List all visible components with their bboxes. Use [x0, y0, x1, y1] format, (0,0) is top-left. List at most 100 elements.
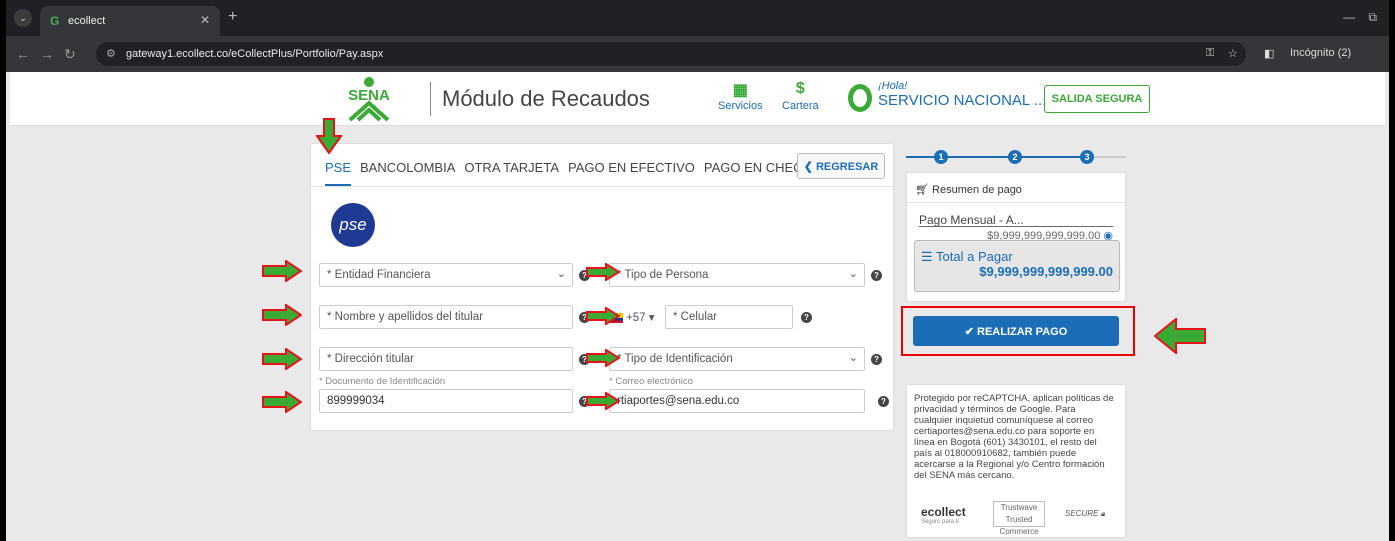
pay-button[interactable]: ✔ REALIZAR PAGO — [913, 316, 1119, 346]
secure-text: SECURE — [1065, 509, 1099, 518]
documento-input[interactable]: 899999034 — [319, 389, 573, 413]
chevron-down-icon: ⌄ — [556, 268, 566, 280]
tab-bancolombia[interactable]: BANCOLOMBIA — [360, 160, 455, 187]
tipo-id-select[interactable]: * Tipo de Identificación ⌄ — [609, 347, 865, 371]
chevron-down-icon: ⌄ — [848, 268, 858, 280]
correo-input[interactable]: rtiaportes@sena.edu.co — [609, 389, 865, 413]
address-bar-row: ← → ↻ ⚙ gateway1.ecollect.co/eCollectPlu… — [6, 36, 1389, 72]
cart-icon: 🛒︎ — [915, 184, 929, 196]
direccion-input[interactable]: * Dirección titular — [319, 347, 573, 371]
back-circle-icon: ❮ — [803, 160, 813, 173]
arrow-right-annotation — [586, 263, 620, 281]
phone-code: +57 — [626, 312, 646, 324]
bookmark-star-icon[interactable]: ☆ — [1228, 47, 1238, 60]
trustwave-badge[interactable]: Trustwave Trusted Commerce — [993, 501, 1045, 536]
pay-button-label: REALIZAR PAGO — [977, 325, 1068, 338]
close-tab-icon[interactable]: ✕ — [200, 13, 210, 27]
total-amount: $9,999,999,999,999.00 — [979, 264, 1113, 279]
total-box: ☰ Total a Pagar $9,999,999,999,999.00 — [914, 240, 1120, 292]
summary-item: Pago Mensual - A... — [919, 213, 1024, 227]
info-panel: Protegido por reCAPTCHA, aplican polític… — [906, 384, 1126, 538]
tabs-divider — [311, 186, 893, 187]
password-key-icon[interactable]: ⚿ — [1206, 47, 1214, 60]
browser-tab[interactable]: G ecollect ✕ — [40, 6, 220, 36]
help-icon[interactable]: ? — [801, 312, 812, 323]
back-button[interactable]: ❮ REGRESAR — [797, 153, 885, 179]
trustwave-sub: Trusted Commerce — [999, 515, 1039, 536]
greeting: ¡Hola! — [878, 80, 908, 92]
page-header: SENA Módulo de Recaudos ▦ Servicios $ Ca… — [10, 72, 1385, 126]
user-name: SERVICIO NACIONAL ... — [878, 92, 1047, 109]
summary-heading: Resumen de pago — [932, 184, 1022, 196]
step-1: 1 — [934, 150, 948, 164]
logout-button[interactable]: SALIDA SEGURA — [1044, 85, 1150, 113]
side-panel-icon[interactable]: ◧ — [1264, 47, 1274, 60]
payment-method-tabs: PSE BANCOLOMBIA OTRA TARJETA PAGO EN EFE… — [325, 160, 821, 187]
url-text: gateway1.ecollect.co/eCollectPlus/Portfo… — [126, 48, 384, 60]
celular-input[interactable]: * Celular — [665, 305, 793, 329]
chevron-down-icon: ⌄ — [848, 352, 858, 364]
help-icon[interactable]: ? — [878, 396, 889, 407]
documento-label: * Documento de Identificación — [319, 376, 446, 387]
help-icon[interactable]: ? — [871, 354, 882, 365]
pse-logo: pse — [331, 203, 375, 247]
payment-form-card: PSE BANCOLOMBIA OTRA TARJETA PAGO EN EFE… — [310, 143, 894, 431]
tab-pse[interactable]: PSE — [325, 160, 352, 187]
ecollect-logo: ecollect Seguro para ti — [921, 505, 966, 525]
payment-summary: 🛒︎ Resumen de pago Pago Mensual - A... $… — [906, 172, 1126, 302]
arrow-right-annotation — [262, 348, 302, 370]
tipo-persona-select[interactable]: * Tipo de Persona ⌄ — [609, 263, 865, 287]
nombre-input[interactable]: * Nombre y apellidos del titular — [319, 305, 573, 329]
documento-value: 899999034 — [327, 395, 385, 407]
cartera-link[interactable]: $ Cartera — [782, 80, 819, 112]
ecollect-favicon-icon: G — [50, 14, 60, 28]
user-menu[interactable]: ¡Hola! SERVICIO NACIONAL ... ⌄ — [878, 80, 1059, 109]
correo-value: rtiaportes@sena.edu.co — [617, 395, 740, 407]
trustwave-text: Trustwave — [1000, 503, 1038, 512]
tab-search-icon[interactable]: ⌄ — [14, 9, 32, 27]
help-icon[interactable]: ? — [871, 270, 882, 281]
arrow-right-annotation — [262, 260, 302, 282]
back-label: REGRESAR — [815, 160, 879, 173]
list-icon: ☰ — [921, 249, 933, 264]
ecollect-text: ecollect — [921, 505, 966, 519]
info-text: Protegido por reCAPTCHA, aplican polític… — [914, 393, 1114, 481]
header-divider — [430, 82, 431, 116]
back-arrow-icon[interactable]: ← — [16, 46, 30, 62]
check-circle-icon: ✔ — [964, 325, 974, 338]
step-3: 3 — [1080, 150, 1094, 164]
incognito-badge[interactable]: Incógnito (2) — [1290, 47, 1351, 59]
servicios-label: Servicios — [718, 100, 763, 112]
celular-placeholder: * Celular — [673, 311, 718, 323]
sena-logo: SENA — [348, 77, 390, 122]
arrow-right-annotation — [262, 304, 302, 326]
servicios-link[interactable]: ▦ Servicios — [718, 80, 763, 112]
grid-icon: ▦ — [732, 82, 748, 99]
new-tab-icon[interactable]: + — [228, 8, 237, 26]
step-2: 2 — [1008, 150, 1022, 164]
steps-progress — [906, 156, 1086, 158]
page-title: Módulo de Recaudos — [442, 86, 650, 111]
progress-steps: 1 2 3 — [906, 150, 1126, 164]
tipo-persona-value: * Tipo de Persona — [617, 269, 709, 281]
lock-icon: 🔒︎ — [1100, 509, 1105, 518]
tab-pago-efectivo[interactable]: PAGO EN EFECTIVO — [568, 160, 695, 187]
arrow-right-annotation — [586, 392, 620, 410]
entidad-value: * Entidad Financiera — [327, 269, 431, 281]
user-avatar-icon[interactable] — [848, 84, 872, 112]
dollar-icon: $ — [795, 80, 805, 97]
summary-divider — [907, 202, 1125, 203]
tab-bar: ⌄ G ecollect ✕ + — ⧉ — [6, 0, 1389, 36]
tab-otra-tarjeta[interactable]: OTRA TARJETA — [464, 160, 559, 187]
site-info-icon[interactable]: ⚙ — [106, 47, 116, 60]
url-input[interactable]: ⚙ gateway1.ecollect.co/eCollectPlus/Port… — [96, 42, 1246, 66]
arrow-right-annotation — [586, 349, 620, 367]
forward-arrow-icon[interactable]: → — [40, 46, 54, 62]
tab-title: ecollect — [68, 15, 106, 27]
reload-icon[interactable]: ↻ — [64, 46, 76, 63]
trust-logos: ecollect Seguro para ti Trustwave Trusted … — [915, 501, 1119, 536]
entidad-select[interactable]: * Entidad Financiera ⌄ — [319, 263, 573, 287]
cartera-label: Cartera — [782, 100, 819, 112]
window-controls[interactable]: — ⧉ — [1343, 10, 1377, 25]
arrow-right-annotation — [262, 391, 302, 413]
